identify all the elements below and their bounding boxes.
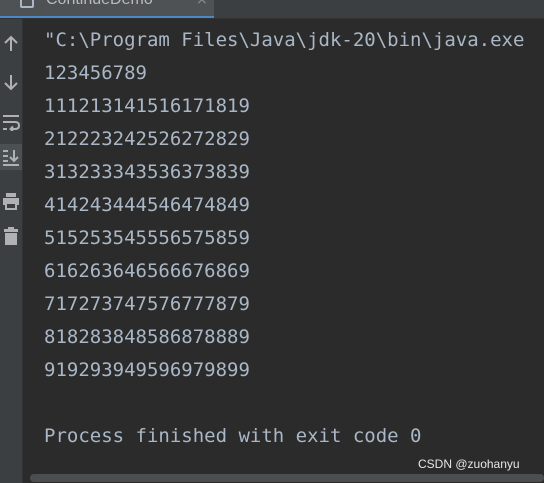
console-tab-icon [20, 0, 34, 8]
clear-all-icon [4, 227, 18, 245]
print-button[interactable] [0, 188, 22, 214]
watermark: CSDN @zuohanyu [418, 457, 520, 471]
console-line: 717273747576777879 [44, 293, 250, 315]
console-line: 616263646566676869 [44, 260, 250, 282]
console-toolbar [0, 19, 22, 483]
scroll-up-button[interactable] [0, 31, 22, 57]
console-line: 313233343536373839 [44, 161, 250, 183]
clear-all-button[interactable] [0, 223, 22, 249]
close-icon[interactable]: × [196, 0, 208, 8]
toolbar-divider [22, 19, 23, 483]
scroll-to-end-button[interactable] [0, 144, 22, 170]
scroll-up-icon [4, 35, 18, 51]
soft-wrap-button[interactable] [0, 109, 22, 135]
console-line: 919293949596979899 [44, 359, 250, 381]
scroll-down-button[interactable] [0, 69, 22, 95]
console-output[interactable]: "C:\Program Files\Java\jdk-20\bin\java.e… [44, 24, 544, 464]
scrollbar-thumb[interactable] [30, 474, 544, 482]
console-line: 515253545556575859 [44, 227, 250, 249]
tab-label: ContinueDemo [46, 0, 153, 9]
console-line: 111213141516171819 [44, 95, 250, 117]
tab-continuedemo[interactable]: ContinueDemo × [0, 0, 214, 18]
horizontal-scrollbar[interactable] [30, 470, 544, 483]
console-line: 123456789 [44, 62, 147, 84]
tab-bar: ContinueDemo × [0, 0, 544, 19]
exit-status-line: Process finished with exit code 0 [44, 425, 422, 447]
print-icon [3, 193, 19, 210]
console-line: 818283848586878889 [44, 326, 250, 348]
console-line: 212223242526272829 [44, 128, 250, 150]
console-line: "C:\Program Files\Java\jdk-20\bin\java.e… [44, 29, 525, 51]
console-line: 414243444546474849 [44, 194, 250, 216]
soft-wrap-icon [3, 115, 20, 131]
scroll-to-end-icon [3, 150, 19, 166]
scroll-down-icon [4, 75, 18, 91]
